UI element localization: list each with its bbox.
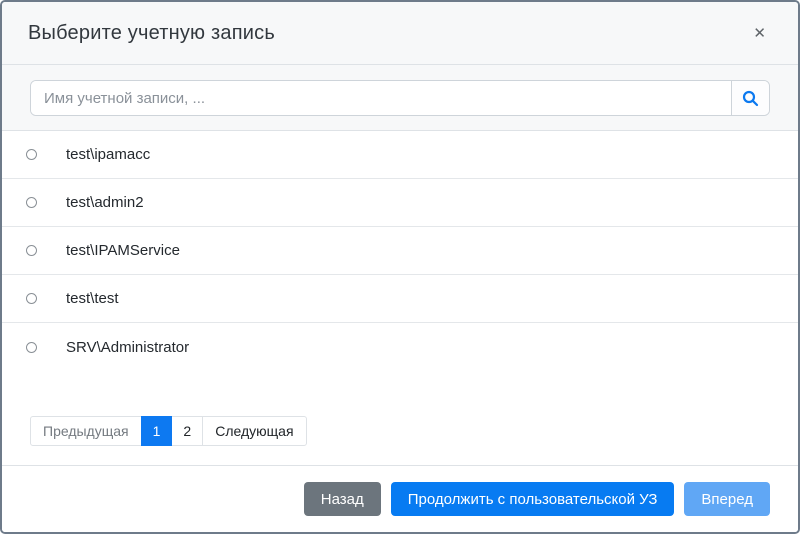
pagination: Предыдущая 1 2 Следующая [30,416,798,465]
continue-custom-account-button[interactable]: Продолжить с пользовательской УЗ [391,482,675,516]
account-row[interactable]: SRV\Administrator [2,323,798,371]
search-icon [742,90,759,107]
account-label: test\admin2 [66,194,144,211]
account-row[interactable]: test\test [2,275,798,323]
forward-button[interactable]: Вперед [684,482,770,516]
account-label: test\IPAMService [66,242,180,259]
radio-button[interactable] [26,149,37,160]
account-row[interactable]: test\ipamacc [2,131,798,179]
search-input[interactable] [31,81,731,115]
modal-footer: Назад Продолжить с пользовательской УЗ В… [2,465,798,532]
pagination-next[interactable]: Следующая [202,416,306,446]
pagination-page-1[interactable]: 1 [141,416,173,446]
search-button[interactable] [731,81,769,115]
account-row[interactable]: test\admin2 [2,179,798,227]
select-account-modal: Выберите учетную запись ✕ test\ipamacc [0,0,800,534]
account-label: SRV\Administrator [66,339,189,356]
close-icon: ✕ [753,25,766,42]
radio-button[interactable] [26,245,37,256]
account-label: test\ipamacc [66,146,150,163]
account-row[interactable]: test\IPAMService [2,227,798,275]
back-button[interactable]: Назад [304,482,381,516]
radio-button[interactable] [26,342,37,353]
modal-title: Выберите учетную запись [28,22,275,45]
search-input-group [30,80,770,116]
radio-button[interactable] [26,197,37,208]
close-button[interactable]: ✕ [747,20,772,47]
account-label: test\test [66,290,119,307]
modal-header: Выберите учетную запись ✕ [2,2,798,65]
radio-button[interactable] [26,293,37,304]
account-list: test\ipamacc test\admin2 test\IPAMServic… [2,131,798,416]
pagination-previous[interactable]: Предыдущая [30,416,142,446]
pagination-page-2[interactable]: 2 [171,416,203,446]
search-section [2,65,798,131]
